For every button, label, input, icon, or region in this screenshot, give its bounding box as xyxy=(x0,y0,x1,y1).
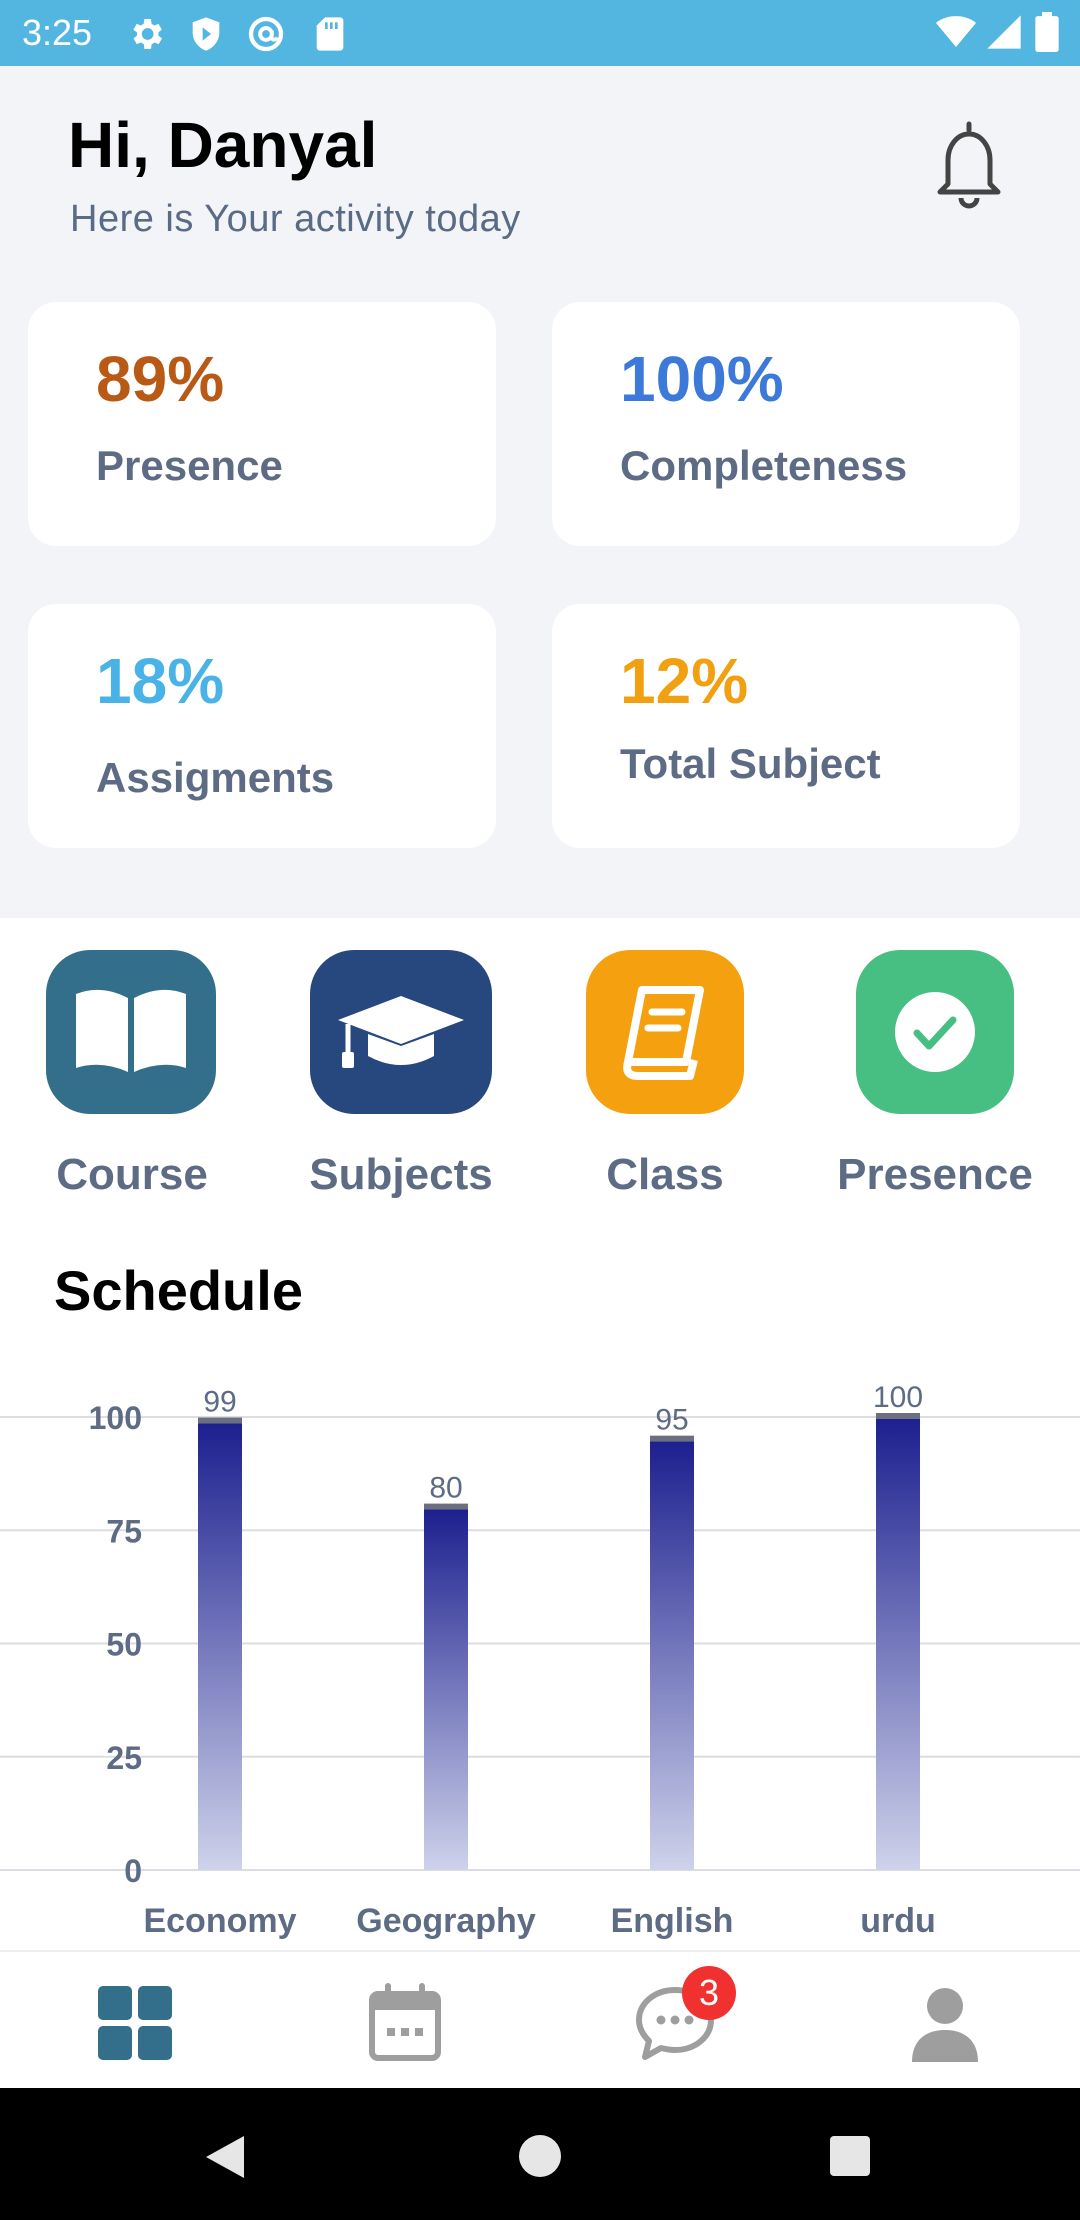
signal-icon xyxy=(987,15,1021,49)
quick-actions: Course Subjects Class Presence xyxy=(0,918,1080,1218)
x-category-label: Economy xyxy=(143,1902,296,1940)
x-category-label: English xyxy=(611,1902,734,1940)
at-sign-icon xyxy=(248,16,284,52)
stat-value: 18% xyxy=(96,645,225,717)
bottom-navigation: 3 xyxy=(0,1950,1080,2088)
greeting-subtitle: Here is Your activity today xyxy=(70,198,521,240)
y-tick-label: 75 xyxy=(106,1513,142,1549)
x-category-label: urdu xyxy=(860,1902,936,1940)
notebook-icon xyxy=(586,950,744,1114)
bar-value-label: 100 xyxy=(873,1381,923,1414)
bar-economy[interactable] xyxy=(198,1421,242,1870)
status-bar: 3:25 xyxy=(0,0,1080,66)
check-circle-icon xyxy=(856,950,1014,1114)
y-tick-label: 0 xyxy=(124,1853,142,1889)
bar-value-label: 80 xyxy=(429,1472,462,1505)
stat-value: 89% xyxy=(96,343,225,415)
calendar-icon[interactable] xyxy=(360,1978,450,2068)
open-book-icon xyxy=(46,950,216,1114)
action-label: Presence xyxy=(837,1150,1033,1199)
graduation-cap-icon xyxy=(310,950,492,1114)
stat-label: Total Subject xyxy=(620,740,881,787)
bar-value-label: 99 xyxy=(203,1386,236,1419)
bar-english[interactable] xyxy=(650,1439,694,1870)
schedule-title: Schedule xyxy=(54,1259,303,1322)
action-label: Course xyxy=(56,1150,208,1199)
action-label: Class xyxy=(606,1150,724,1199)
activity-section: Hi, Danyal Here is Your activity today 8… xyxy=(0,66,1080,918)
battery-icon xyxy=(1035,12,1059,52)
bar-urdu[interactable] xyxy=(876,1417,920,1870)
schedule-chart: 0 25 50 75 100 99 80 95 100 Economy Geography Eng… xyxy=(0,1381,1080,1940)
x-category-label: Geography xyxy=(356,1902,536,1940)
wifi-icon xyxy=(936,16,976,47)
status-time: 3:25 xyxy=(22,12,93,53)
stat-value: 100% xyxy=(620,343,784,415)
y-tick-label: 25 xyxy=(106,1740,142,1776)
back-icon[interactable] xyxy=(200,2132,250,2182)
dashboard-icon[interactable] xyxy=(90,1978,180,2068)
bell-icon[interactable] xyxy=(926,118,1012,212)
bar-geography[interactable] xyxy=(424,1507,468,1870)
profile-icon[interactable] xyxy=(900,1978,990,2068)
bar-value-label: 95 xyxy=(655,1404,688,1437)
greeting: Hi, Danyal xyxy=(68,109,378,181)
system-navigation xyxy=(0,2088,1080,2220)
action-label: Subjects xyxy=(309,1150,493,1199)
stat-card-total-subject[interactable]: 12% Total Subject xyxy=(552,604,1020,848)
stat-card-presence[interactable]: 89% Presence xyxy=(28,302,496,546)
stat-value: 12% xyxy=(620,645,749,717)
recents-icon[interactable] xyxy=(828,2134,872,2178)
stat-label: Presence xyxy=(96,442,283,489)
stat-label: Assigments xyxy=(96,754,335,801)
shield-icon xyxy=(192,17,220,51)
y-tick-label: 100 xyxy=(89,1400,142,1436)
stat-card-assignments[interactable]: 18% Assigments xyxy=(28,604,496,848)
stat-card-completeness[interactable]: 100% Completeness xyxy=(552,302,1020,546)
sd-card-icon xyxy=(316,17,344,51)
stat-label: Completeness xyxy=(620,442,908,489)
gear-icon xyxy=(133,19,162,49)
y-tick-label: 50 xyxy=(106,1627,142,1663)
chat-badge: 3 xyxy=(682,1966,736,2020)
home-icon[interactable] xyxy=(516,2132,564,2180)
